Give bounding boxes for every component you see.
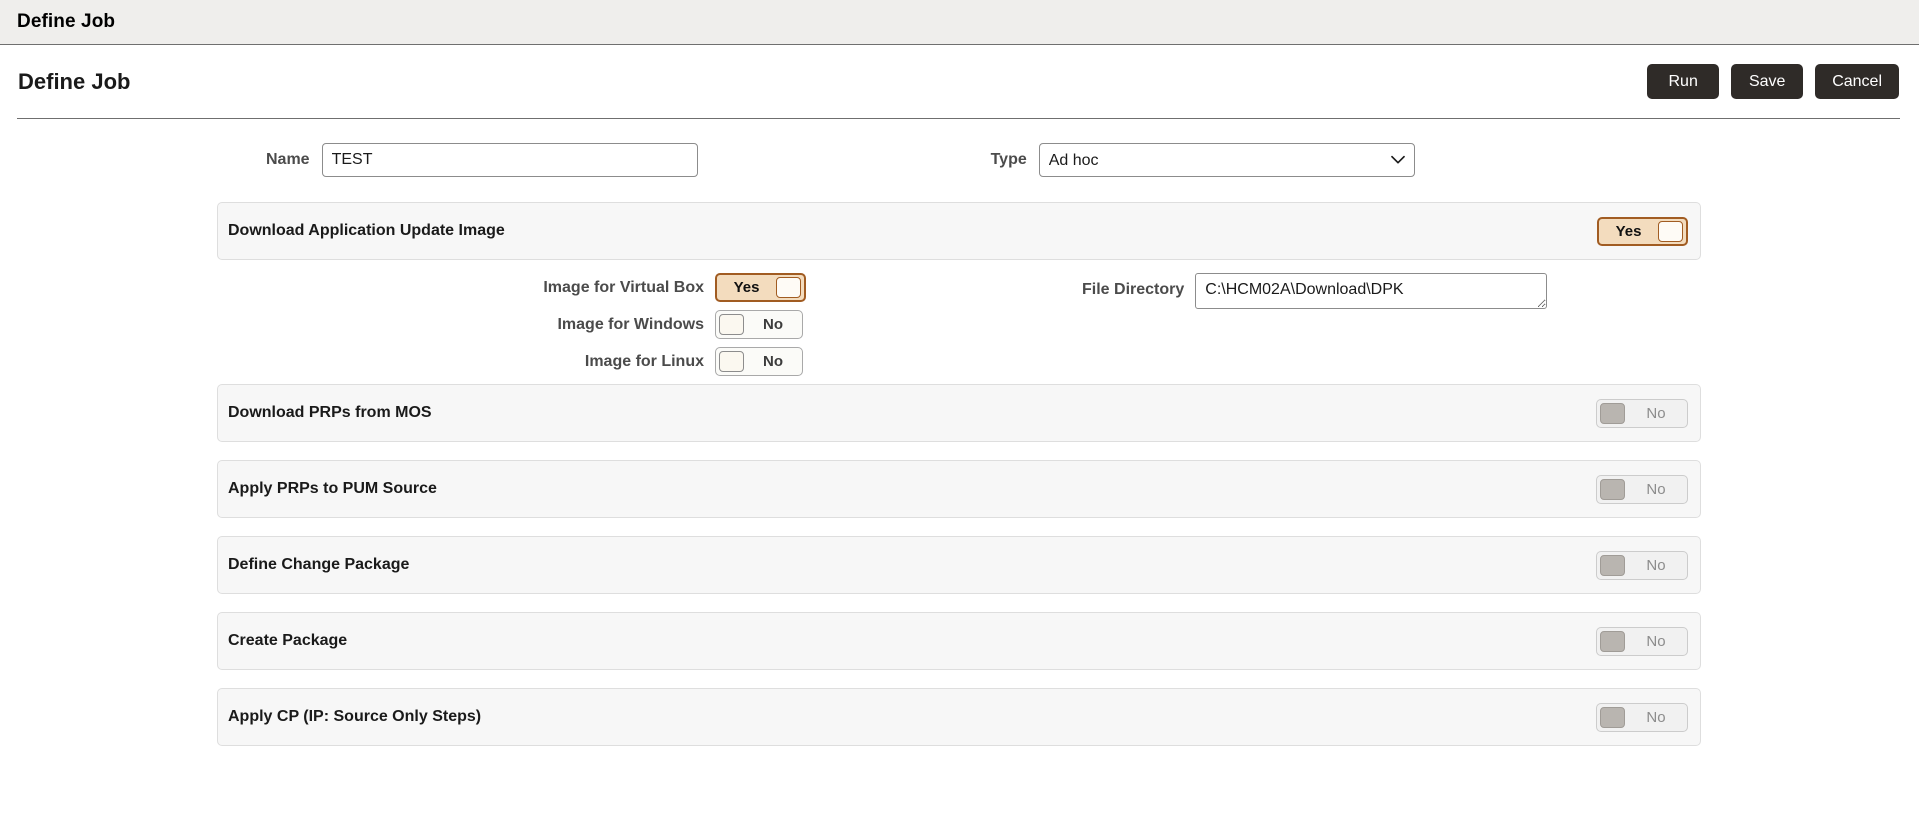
toggle-knob [719,351,744,372]
sub-label: Image for Virtual Box [217,279,704,297]
type-select-wrap: Ad hoc [1039,143,1415,177]
header-action-buttons: Run Save Cancel [1647,64,1899,99]
panel-title: Apply PRPs to PUM Source [228,480,437,498]
panel-download-prps-from-mos[interactable]: Download PRPs from MOS No [217,384,1701,442]
name-label: Name [266,151,310,169]
toggle-knob [1600,707,1625,728]
page-header: Define Job Run Save Cancel [0,45,1919,118]
panel-title: Define Change Package [228,556,409,574]
type-field-group: Type Ad hoc [991,143,1415,177]
window-title: Define Job [17,11,115,33]
panel-title: Create Package [228,632,347,650]
file-directory-label: File Directory [1082,273,1184,299]
toggle-download-application-update-image[interactable]: Yes [1597,217,1688,246]
toggle-state-label: Yes [717,274,776,301]
panel-title: Download PRPs from MOS [228,404,432,422]
panel-title: Apply CP (IP: Source Only Steps) [228,708,481,726]
sub-row-image-for-virtual-box: Image for Virtual Box Yes [217,273,1117,302]
toggle-knob [1658,221,1683,242]
run-button[interactable]: Run [1647,64,1719,99]
sub-row-image-for-windows: Image for Windows No [217,310,1117,339]
toggle-state-label: Yes [1599,218,1658,245]
toggle-state-label: No [744,348,802,375]
toggle-download-prps-from-mos[interactable]: No [1596,399,1688,428]
sub-label: Image for Linux [217,353,704,371]
toggle-state-label: No [1625,400,1687,427]
top-fields-row: Name Type Ad hoc [0,143,1919,177]
toggle-apply-cp-source-only-steps[interactable]: No [1596,703,1688,732]
toggle-define-change-package[interactable]: No [1596,551,1688,580]
toggle-knob [776,277,801,298]
sub-row-image-for-linux: Image for Linux No [217,347,1117,376]
sub-label: Image for Windows [217,316,704,334]
toggle-knob [1600,479,1625,500]
toggle-state-label: No [1625,476,1687,503]
toggle-knob [1600,631,1625,652]
toggle-state-label: No [1625,704,1687,731]
toggle-knob [1600,555,1625,576]
page-title: Define Job [18,69,130,95]
type-label: Type [991,151,1027,169]
form-content: Name Type Ad hoc Download Application Up… [0,119,1919,746]
toggle-image-for-virtual-box[interactable]: Yes [715,273,806,302]
name-input[interactable] [322,143,698,177]
cancel-button[interactable]: Cancel [1815,64,1899,99]
panel-download-application-update-image[interactable]: Download Application Update Image Yes [217,202,1701,260]
sub-options-area: Image for Virtual Box Yes Image for Wind… [217,273,1919,384]
toggle-apply-prps-to-pum-source[interactable]: No [1596,475,1688,504]
save-button[interactable]: Save [1731,64,1803,99]
toggle-state-label: No [744,311,802,338]
type-select[interactable]: Ad hoc [1039,143,1415,177]
panel-stack: Download Application Update Image Yes Im… [0,202,1919,746]
toggle-knob [1600,403,1625,424]
toggle-image-for-windows[interactable]: No [715,310,803,339]
panel-define-change-package[interactable]: Define Change Package No [217,536,1701,594]
toggle-image-for-linux[interactable]: No [715,347,803,376]
toggle-state-label: No [1625,552,1687,579]
toggle-knob [719,314,744,335]
sub-options-list: Image for Virtual Box Yes Image for Wind… [217,273,1117,384]
panel-title: Download Application Update Image [228,222,505,240]
name-field-group: Name [266,143,698,177]
window-title-bar: Define Job [0,0,1919,45]
file-directory-group: File Directory C:\HCM02A\Download\DPK [1082,273,1547,384]
toggle-create-package[interactable]: No [1596,627,1688,656]
panel-apply-prps-to-pum-source[interactable]: Apply PRPs to PUM Source No [217,460,1701,518]
panel-apply-cp-source-only-steps[interactable]: Apply CP (IP: Source Only Steps) No [217,688,1701,746]
file-directory-input[interactable]: C:\HCM02A\Download\DPK [1195,273,1547,309]
toggle-state-label: No [1625,628,1687,655]
panel-create-package[interactable]: Create Package No [217,612,1701,670]
